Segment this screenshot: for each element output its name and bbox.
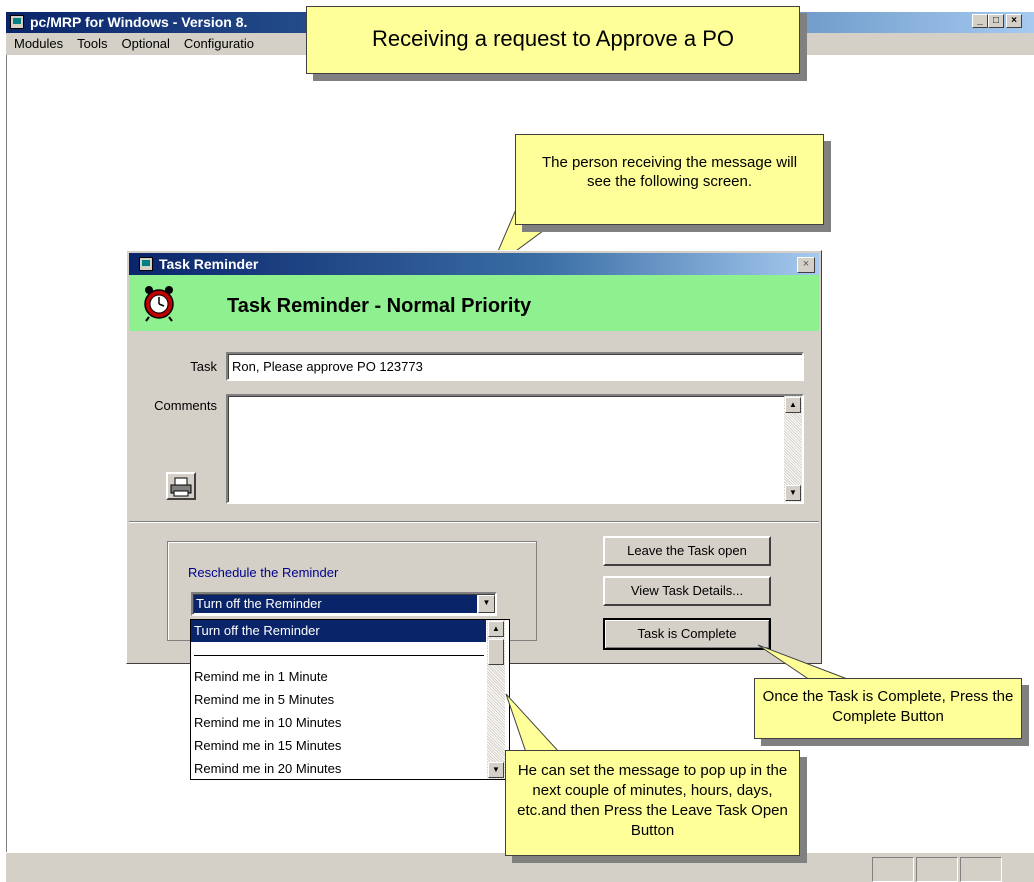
scroll-thumb[interactable] xyxy=(488,639,504,665)
dialog-title: Task Reminder xyxy=(159,256,259,272)
chevron-down-icon[interactable]: ▼ xyxy=(478,595,495,613)
complete-note-callout: Once the Task is Complete, Press the Com… xyxy=(754,678,1022,739)
dropdown-option[interactable]: Remind me in 1 Minute xyxy=(194,669,328,684)
dialog-app-icon xyxy=(139,257,153,271)
comments-label: Comments xyxy=(154,398,217,413)
leave-task-open-button[interactable]: Leave the Task open xyxy=(603,536,771,566)
dropdown-option[interactable]: Remind me in 5 Minutes xyxy=(194,692,334,707)
status-bar xyxy=(6,852,1034,882)
reschedule-dropdown-list: Turn off the Reminder Remind me in 1 Min… xyxy=(190,619,510,780)
printer-icon xyxy=(170,477,192,497)
priority-heading: Task Reminder - Normal Priority xyxy=(227,295,532,317)
reschedule-label: Reschedule the Reminder xyxy=(188,565,339,580)
task-label: Task xyxy=(190,359,217,374)
minimize-icon[interactable]: _ xyxy=(972,14,988,28)
task-field[interactable]: Ron, Please approve PO 123773 xyxy=(226,352,804,381)
header-callout: Receiving a request to Approve a PO xyxy=(306,6,800,74)
schedule-note-callout: He can set the message to pop up in the … xyxy=(505,750,800,856)
comments-scrollbar[interactable]: ▲ ▼ xyxy=(784,396,802,502)
dropdown-separator xyxy=(194,655,484,656)
app-title: pc/MRP for Windows - Version 8. xyxy=(30,14,248,30)
priority-banner: Task Reminder - Normal Priority xyxy=(129,275,819,331)
menu-tools[interactable]: Tools xyxy=(69,33,113,55)
menu-modules[interactable]: Modules xyxy=(6,33,69,55)
task-reminder-dialog: Task Reminder × Task Reminder - Normal P… xyxy=(126,250,822,664)
dropdown-option[interactable]: Remind me in 15 Minutes xyxy=(194,738,341,753)
screen-note-callout: The person receiving the message will se… xyxy=(515,134,824,225)
dropdown-option[interactable]: Remind me in 10 Minutes xyxy=(194,715,341,730)
app-icon[interactable] xyxy=(10,15,24,29)
scroll-up-arrow[interactable]: ▲ xyxy=(488,621,504,637)
status-panel xyxy=(960,857,1002,882)
dropdown-option[interactable]: Remind me in 20 Minutes xyxy=(194,761,341,776)
print-button[interactable] xyxy=(166,472,196,500)
view-task-details-button[interactable]: View Task Details... xyxy=(603,576,771,606)
dialog-divider xyxy=(129,521,819,523)
menu-configuration[interactable]: Configuratio xyxy=(176,33,260,55)
reschedule-select[interactable]: Turn off the Reminder ▼ xyxy=(191,592,497,616)
close-icon[interactable]: × xyxy=(797,257,815,273)
status-panel xyxy=(872,857,914,882)
close-icon[interactable]: × xyxy=(1006,14,1022,28)
reschedule-selected-value: Turn off the Reminder xyxy=(194,595,477,613)
menu-optional[interactable]: Optional xyxy=(114,33,176,55)
alarm-clock-icon xyxy=(144,286,174,322)
scroll-up-arrow[interactable]: ▲ xyxy=(785,397,801,413)
scroll-down-arrow[interactable]: ▼ xyxy=(785,485,801,501)
maximize-icon[interactable]: □ xyxy=(988,14,1004,28)
status-panel xyxy=(916,857,958,882)
comments-field[interactable]: ▲ ▼ xyxy=(226,394,804,504)
dialog-title-bar: Task Reminder × xyxy=(129,253,819,275)
task-complete-button[interactable]: Task is Complete xyxy=(603,618,771,650)
dropdown-option[interactable]: Turn off the Reminder xyxy=(194,623,320,638)
